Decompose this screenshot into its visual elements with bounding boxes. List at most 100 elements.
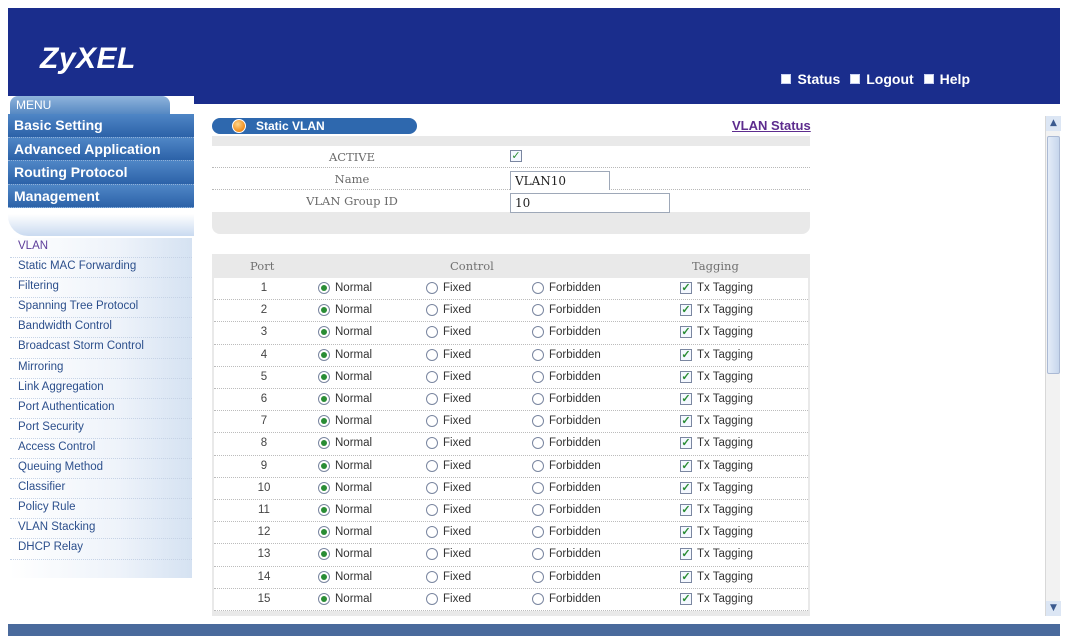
control-normal-radio[interactable]: Normal — [318, 370, 373, 383]
menu-advanced-application[interactable]: Advanced Application — [8, 137, 194, 161]
control-fixed-radio[interactable]: Fixed — [426, 282, 471, 294]
control-forbidden-radio[interactable]: Forbidden — [532, 548, 601, 561]
submenu-item[interactable]: Link Aggregation — [10, 379, 192, 399]
control-fixed-radio[interactable]: Fixed — [426, 393, 471, 405]
tx-tagging-checkbox[interactable]: ✓ Tx Tagging — [680, 437, 753, 450]
tx-tagging-checkbox[interactable]: ✓ Tx Tagging — [680, 415, 753, 428]
control-normal-radio[interactable]: Normal — [318, 526, 372, 539]
control-normal-label: Normal — [335, 370, 373, 383]
vertical-scrollbar[interactable]: ▲ ▼ — [1045, 116, 1061, 616]
control-fixed-radio[interactable]: Fixed — [426, 348, 471, 361]
active-checkbox[interactable]: ✓ — [510, 150, 522, 162]
help-link[interactable]: Help — [923, 71, 970, 87]
control-fixed-radio[interactable]: Fixed — [426, 592, 471, 605]
control-fixed-label: Fixed — [443, 326, 472, 339]
control-forbidden-radio[interactable]: Forbidden — [532, 481, 601, 494]
tx-tagging-checkbox[interactable]: ✓ Tx Tagging — [680, 459, 753, 472]
submenu-item[interactable]: VLAN Stacking — [10, 519, 192, 540]
control-fixed-radio[interactable]: Fixed — [426, 504, 471, 516]
submenu-item[interactable]: Port Authentication — [10, 399, 192, 419]
control-normal-radio[interactable]: Normal — [318, 304, 373, 317]
control-forbidden-radio[interactable]: Forbidden — [532, 526, 601, 539]
control-normal-radio[interactable]: Normal — [318, 504, 372, 516]
menu-routing-protocol[interactable]: Routing Protocol — [8, 161, 194, 185]
tx-tagging-checkbox[interactable]: ✓ Tx Tagging — [680, 548, 753, 561]
group-id-input[interactable] — [510, 193, 670, 213]
submenu-item[interactable]: VLAN — [10, 238, 192, 259]
submenu-item[interactable]: DHCP Relay — [10, 539, 192, 560]
tx-tagging-checkbox[interactable]: ✓ Tx Tagging — [680, 393, 753, 405]
control-forbidden-radio[interactable]: Forbidden — [532, 304, 601, 317]
tx-tagging-checkbox[interactable]: ✓ Tx Tagging — [680, 504, 753, 516]
status-link[interactable]: Status — [781, 71, 840, 87]
control-normal-radio[interactable]: Normal — [318, 481, 372, 494]
submenu-item[interactable]: Classifier — [10, 479, 192, 500]
tx-tagging-checkbox[interactable]: ✓ Tx Tagging — [680, 348, 753, 361]
control-fixed-radio[interactable]: Fixed — [426, 570, 471, 583]
logout-link[interactable]: Logout — [850, 71, 914, 87]
control-fixed-radio[interactable]: Fixed — [426, 304, 471, 317]
control-forbidden-radio[interactable]: Forbidden — [532, 348, 601, 361]
control-fixed-radio[interactable]: Fixed — [426, 481, 471, 494]
name-input[interactable] — [510, 171, 610, 191]
radio-icon — [426, 282, 438, 294]
submenu-item[interactable]: Spanning Tree Protocol — [10, 298, 192, 319]
control-fixed-radio[interactable]: Fixed — [426, 548, 472, 561]
scroll-down-icon[interactable]: ▼ — [1046, 601, 1061, 616]
menu-management[interactable]: Management — [8, 184, 194, 208]
submenu-item[interactable]: Access Control — [10, 439, 192, 460]
radio-icon — [318, 526, 330, 539]
control-normal-radio[interactable]: Normal — [318, 570, 372, 583]
control-forbidden-radio[interactable]: Forbidden — [532, 459, 601, 472]
control-normal-radio[interactable]: Normal — [318, 326, 372, 339]
submenu-item[interactable]: Broadcast Storm Control — [10, 338, 192, 359]
control-normal-radio[interactable]: Normal — [318, 348, 372, 361]
menu-basic-setting[interactable]: Basic Setting — [8, 114, 194, 138]
tx-tagging-checkbox[interactable]: ✓ Tx Tagging — [680, 592, 753, 605]
submenu-item[interactable]: Policy Rule — [10, 499, 192, 520]
control-forbidden-radio[interactable]: Forbidden — [532, 326, 601, 339]
control-normal-radio[interactable]: Normal — [318, 393, 372, 405]
tx-tagging-checkbox[interactable]: ✓ Tx Tagging — [680, 326, 753, 339]
control-forbidden-radio[interactable]: Forbidden — [532, 570, 601, 583]
control-normal-radio[interactable]: Normal — [318, 592, 372, 605]
control-normal-radio[interactable]: Normal — [318, 282, 372, 294]
control-normal-radio[interactable]: Normal — [318, 459, 372, 472]
control-forbidden-radio[interactable]: Forbidden — [532, 415, 601, 428]
submenu-item[interactable]: Mirroring — [10, 359, 192, 379]
control-forbidden-radio[interactable]: Forbidden — [532, 592, 601, 605]
control-fixed-radio[interactable]: Fixed — [426, 459, 471, 472]
control-fixed-radio[interactable]: Fixed — [426, 415, 471, 428]
control-forbidden-radio[interactable]: Forbidden — [532, 370, 601, 383]
control-forbidden-radio[interactable]: Forbidden — [532, 504, 601, 516]
scroll-thumb[interactable] — [1047, 136, 1060, 374]
control-normal-radio[interactable]: Normal — [318, 548, 372, 561]
submenu-item[interactable]: Bandwidth Control — [10, 318, 192, 339]
tx-tagging-checkbox[interactable]: ✓ Tx Tagging — [680, 282, 753, 294]
control-forbidden-label: Forbidden — [549, 548, 601, 561]
submenu-item[interactable]: Queuing Method — [10, 459, 192, 480]
control-forbidden-radio[interactable]: Forbidden — [532, 282, 601, 294]
control-fixed-label: Fixed — [443, 437, 472, 450]
tx-tagging-checkbox[interactable]: ✓ Tx Tagging — [680, 481, 753, 494]
control-fixed-label: Fixed — [443, 548, 472, 561]
submenu-item[interactable]: Static MAC Forwarding — [10, 258, 192, 279]
vlan-status-link[interactable]: VLAN Status — [732, 118, 811, 133]
scroll-up-icon[interactable]: ▲ — [1046, 116, 1061, 131]
submenu-item[interactable]: Filtering — [10, 278, 192, 299]
control-normal-label: Normal — [335, 304, 373, 317]
control-fixed-radio[interactable]: Fixed — [426, 437, 472, 450]
control-fixed-radio[interactable]: Fixed — [426, 370, 471, 383]
control-fixed-radio[interactable]: Fixed — [426, 526, 471, 539]
submenu-item[interactable]: Port Security — [10, 419, 192, 439]
control-normal-radio[interactable]: Normal — [318, 415, 372, 428]
tx-tagging-checkbox[interactable]: ✓ Tx Tagging — [680, 370, 753, 383]
tx-tagging-checkbox[interactable]: ✓ Tx Tagging — [680, 304, 753, 317]
tx-tagging-checkbox[interactable]: ✓ Tx Tagging — [680, 526, 753, 539]
control-forbidden-radio[interactable]: Forbidden — [532, 393, 601, 405]
control-forbidden-radio[interactable]: Forbidden — [532, 437, 601, 450]
tx-tagging-checkbox[interactable]: ✓ Tx Tagging — [680, 570, 753, 583]
control-fixed-radio[interactable]: Fixed — [426, 326, 472, 339]
radio-icon — [318, 437, 330, 450]
control-normal-radio[interactable]: Normal — [318, 437, 372, 450]
